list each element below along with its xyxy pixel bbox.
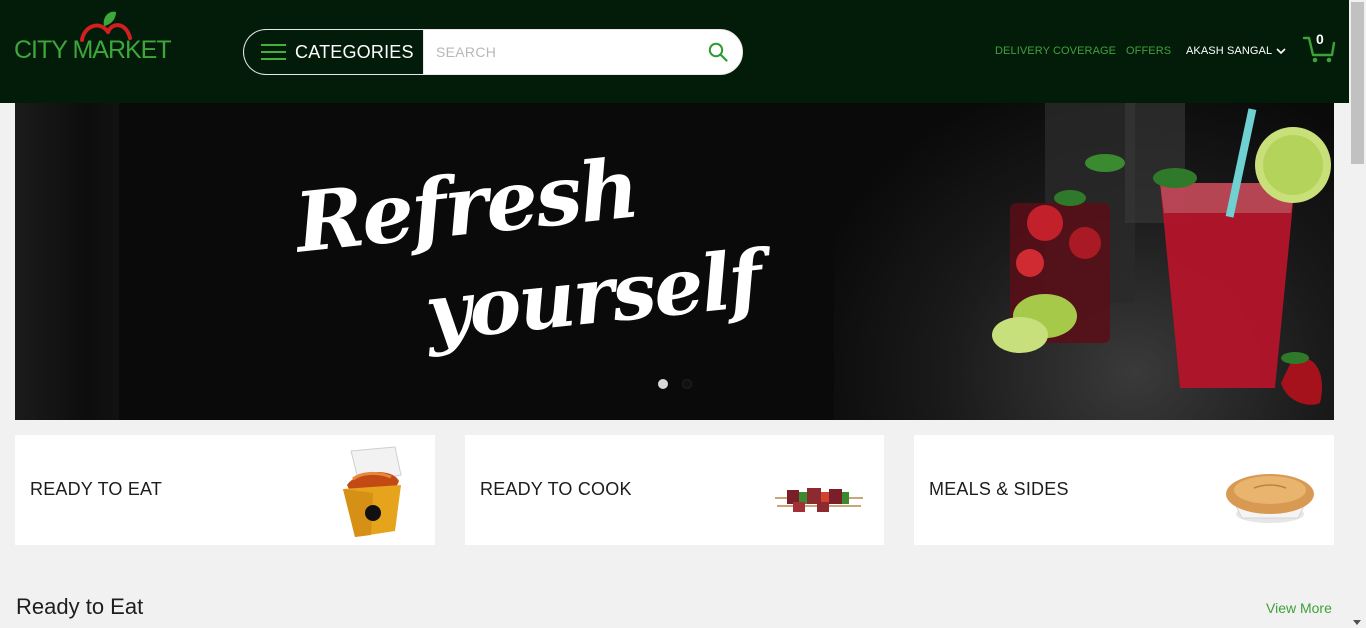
city-market-logo[interactable]: CITY MARKET — [14, 10, 174, 66]
chevron-down-icon — [1276, 47, 1286, 54]
cart-count-badge: 0 — [1316, 31, 1324, 47]
view-more-link[interactable]: View More — [1266, 600, 1332, 616]
logo-text: CITY MARKET — [14, 36, 172, 64]
pie-icon — [1226, 474, 1314, 523]
category-card-ready-to-cook[interactable]: READY TO COOK — [465, 435, 884, 545]
drink-glasses-image — [992, 103, 1331, 405]
search-input[interactable] — [436, 30, 696, 74]
category-card-label: MEALS & SIDES — [929, 479, 1069, 499]
categories-label: CATEGORIES — [295, 41, 414, 62]
scroll-down-arrow-icon[interactable] — [1353, 620, 1361, 625]
hamburger-menu-icon — [261, 44, 286, 60]
user-name: AKASH SANGAL — [1186, 45, 1273, 57]
carousel-dots — [658, 379, 692, 389]
categories-button[interactable]: CATEGORIES — [243, 29, 424, 75]
hero-banner[interactable]: Refresh yourself — [15, 103, 1334, 420]
carousel-dot-2[interactable] — [682, 379, 692, 389]
carousel-dot-1[interactable] — [658, 379, 668, 389]
noodle-box-icon — [343, 446, 402, 537]
search-bar — [423, 29, 743, 75]
scrollbar-thumb[interactable] — [1351, 2, 1364, 164]
skewers-icon — [775, 488, 863, 512]
offers-link[interactable]: OFFERS — [1126, 45, 1171, 57]
category-card-ready-to-eat[interactable]: READY TO EAT — [15, 435, 435, 545]
user-account-menu[interactable]: AKASH SANGAL — [1186, 45, 1286, 57]
page-scrollbar[interactable] — [1349, 0, 1366, 628]
site-header: CITY MARKET CATEGORIES DELIVERY COVERAGE… — [0, 0, 1349, 103]
search-icon[interactable] — [708, 42, 728, 62]
category-card-label: READY TO EAT — [30, 479, 163, 499]
section-title-ready-to-eat: Ready to Eat — [16, 594, 144, 619]
banner-previous-slide-edge — [15, 103, 119, 420]
category-card-label: READY TO COOK — [480, 479, 632, 499]
category-card-meals-and-sides[interactable]: MEALS & SIDES — [914, 435, 1334, 545]
delivery-coverage-link[interactable]: DELIVERY COVERAGE — [995, 45, 1116, 57]
